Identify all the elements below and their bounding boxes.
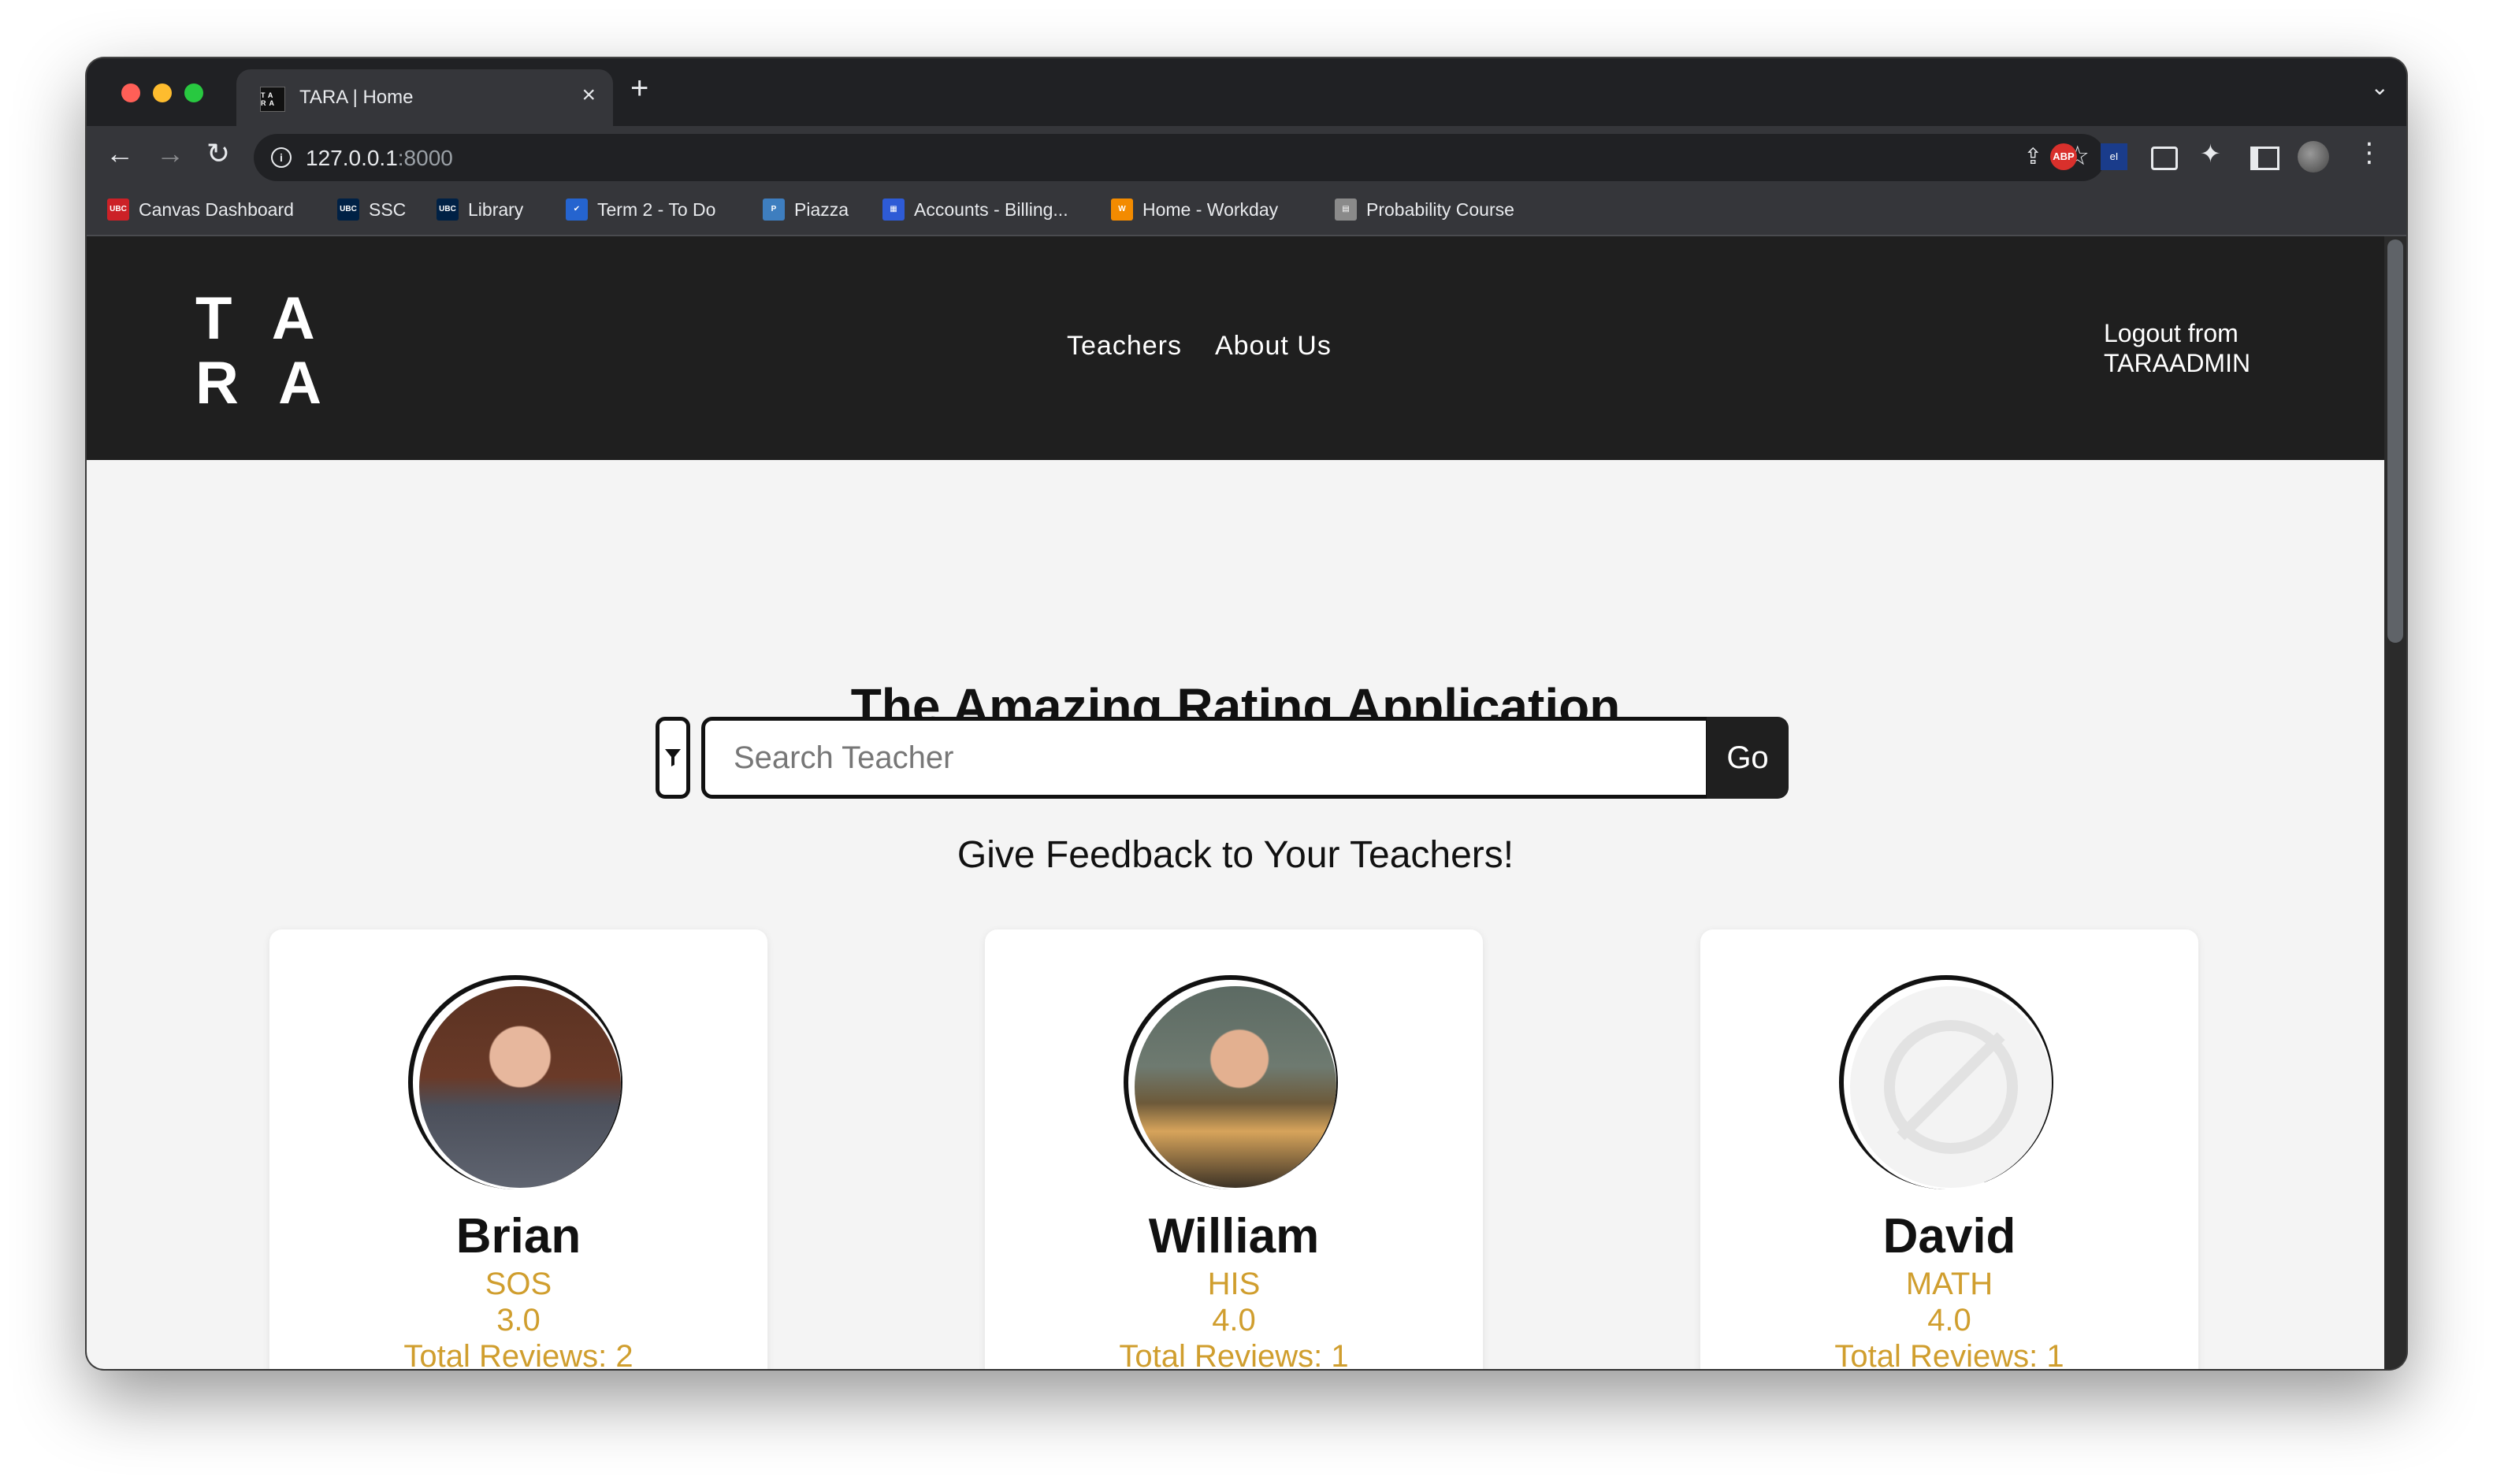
minimize-window-button[interactable] bbox=[153, 83, 172, 102]
extensions-puzzle-icon[interactable]: ✦ bbox=[2200, 139, 2227, 168]
teacher-card[interactable]: David MATH 4.0 Total Reviews: 1 bbox=[1700, 929, 2198, 1369]
bookmark-label: Canvas Dashboard bbox=[139, 198, 294, 220]
url-host: 127.0.0.1 bbox=[306, 146, 398, 170]
bookmark-library[interactable]: UBC Library bbox=[437, 198, 523, 221]
address-bar[interactable]: i 127.0.0.1:8000 ⇪ ☆ bbox=[254, 134, 2105, 181]
new-tab-icon[interactable]: + bbox=[630, 71, 648, 106]
ubc-logo-icon: UBC bbox=[337, 198, 359, 221]
logo-line-1: T A bbox=[195, 285, 328, 352]
forward-arrow-icon[interactable]: → bbox=[156, 137, 184, 170]
bookmark-home-workday[interactable]: W Home - Workday bbox=[1111, 198, 1278, 221]
teacher-subject: HIS bbox=[1207, 1267, 1261, 1301]
piazza-icon: P bbox=[763, 198, 785, 221]
teacher-photo bbox=[1135, 986, 1336, 1188]
teacher-name: William bbox=[1148, 1209, 1320, 1263]
url-port: :8000 bbox=[397, 146, 453, 170]
filter-button[interactable] bbox=[656, 717, 690, 799]
bookmark-label: Accounts - Billing... bbox=[914, 198, 1068, 220]
adblock-plus-extension-icon[interactable]: ABP bbox=[2050, 143, 2077, 170]
workday-icon: W bbox=[1111, 198, 1133, 221]
bookmark-probability-course[interactable]: ▤ Probability Course bbox=[1335, 198, 1514, 221]
bookmark-label: Piazza bbox=[794, 198, 849, 220]
profile-avatar[interactable] bbox=[2298, 141, 2329, 173]
ubc-canvas-icon: UBC bbox=[107, 198, 129, 221]
scrollbar-thumb[interactable] bbox=[2387, 239, 2403, 643]
bookmark-label: Probability Course bbox=[1366, 198, 1514, 220]
teacher-card[interactable]: William HIS 4.0 Total Reviews: 1 bbox=[985, 929, 1483, 1369]
tab-search-chevron-icon[interactable]: ⌄ bbox=[2371, 74, 2389, 100]
teacher-review-count: Total Reviews: 1 bbox=[1119, 1339, 1349, 1369]
tagline: Give Feedback to Your Teachers! bbox=[957, 834, 1514, 876]
picture-in-picture-extension-icon[interactable] bbox=[2151, 147, 2178, 170]
maximize-window-button[interactable] bbox=[184, 83, 203, 102]
side-panel-icon[interactable] bbox=[2250, 147, 2279, 170]
teacher-review-count: Total Reviews: 2 bbox=[403, 1339, 633, 1369]
bookmark-label: Term 2 - To Do bbox=[597, 198, 716, 220]
bookmarks-bar: UBC Canvas Dashboard UBC SSC UBC Library… bbox=[87, 187, 2406, 236]
teacher-rating: 3.0 bbox=[496, 1303, 541, 1337]
bookmark-label: SSC bbox=[369, 198, 407, 220]
teacher-name: David bbox=[1882, 1209, 2016, 1263]
bookmark-accounts-billing[interactable]: ▦ Accounts - Billing... bbox=[882, 198, 1068, 221]
document-icon: ▤ bbox=[1335, 198, 1357, 221]
tab-title: TARA | Home bbox=[299, 87, 414, 108]
tara-favicon-icon: TA RA bbox=[260, 87, 285, 112]
go-button[interactable]: Go bbox=[1707, 717, 1789, 799]
tab-close-icon[interactable]: × bbox=[581, 82, 596, 109]
bookmark-term-2-to-do[interactable]: ✔ Term 2 - To Do bbox=[566, 198, 715, 221]
teacher-review-count: Total Reviews: 1 bbox=[1834, 1339, 2064, 1369]
reload-icon[interactable]: ↻ bbox=[206, 137, 230, 170]
teacher-card[interactable]: Brian SOS 3.0 Total Reviews: 2 bbox=[269, 929, 767, 1369]
logout-label: Logout from bbox=[2104, 319, 2238, 347]
grid-icon: ▦ bbox=[882, 198, 905, 221]
bookmark-label: Home - Workday bbox=[1142, 198, 1279, 220]
close-window-button[interactable] bbox=[121, 83, 140, 102]
share-icon[interactable]: ⇪ bbox=[2024, 143, 2042, 169]
filter-funnel-icon bbox=[665, 749, 681, 766]
no-camera-icon bbox=[1884, 1020, 2018, 1154]
teacher-photo-frame bbox=[1839, 975, 2053, 1189]
bookmark-label: Library bbox=[468, 198, 524, 220]
tab-strip: TA RA TARA | Home × + ⌄ bbox=[87, 58, 2406, 126]
ei-extension-icon[interactable]: eI bbox=[2101, 143, 2127, 170]
page-viewport: T A R A Teachers About Us Logout from TA… bbox=[87, 236, 2384, 1369]
ubc-logo-icon: UBC bbox=[437, 198, 459, 221]
url-text[interactable]: 127.0.0.1:8000 bbox=[306, 146, 453, 171]
browser-tab-active[interactable]: TA RA TARA | Home × bbox=[236, 69, 613, 126]
teacher-name: Brian bbox=[455, 1209, 581, 1263]
teacher-photo-frame bbox=[408, 975, 622, 1189]
teacher-subject: MATH bbox=[1905, 1267, 1993, 1301]
logo-line-2: R A bbox=[195, 350, 335, 417]
teacher-subject: SOS bbox=[485, 1267, 552, 1301]
teacher-photo-frame bbox=[1124, 975, 1338, 1189]
tara-logo[interactable]: T A R A bbox=[195, 287, 334, 416]
site-header: T A R A Teachers About Us Logout from TA… bbox=[87, 236, 2384, 460]
checkmark-icon: ✔ bbox=[566, 198, 588, 221]
browser-window: TA RA TARA | Home × + ⌄ ← → ↻ i 127.0.0.… bbox=[87, 58, 2406, 1369]
browser-menu-icon[interactable]: ⋮ bbox=[2356, 137, 2383, 169]
bookmark-canvas-dashboard[interactable]: UBC Canvas Dashboard bbox=[107, 198, 294, 221]
nav-teachers-link[interactable]: Teachers bbox=[1067, 331, 1182, 362]
back-arrow-icon[interactable]: ← bbox=[106, 137, 134, 170]
teacher-photo bbox=[419, 986, 621, 1188]
bookmark-piazza[interactable]: P Piazza bbox=[763, 198, 849, 221]
search-teacher-input[interactable] bbox=[701, 717, 1710, 799]
logout-username: TARAADMIN bbox=[2104, 349, 2251, 377]
browser-toolbar: ← → ↻ i 127.0.0.1:8000 ⇪ ☆ ABP eI ✦ ⋮ bbox=[87, 126, 2406, 187]
nav-about-us-link[interactable]: About Us bbox=[1215, 331, 1332, 362]
page-scrollbar[interactable] bbox=[2384, 236, 2406, 1369]
site-info-icon[interactable]: i bbox=[271, 147, 292, 168]
site-nav: Teachers About Us bbox=[1067, 331, 1332, 362]
no-photo-placeholder bbox=[1850, 986, 2052, 1188]
logout-link[interactable]: Logout from TARAADMIN bbox=[2104, 318, 2250, 378]
bookmark-ssc[interactable]: UBC SSC bbox=[337, 198, 406, 221]
teacher-rating: 4.0 bbox=[1212, 1303, 1256, 1337]
teacher-rating: 4.0 bbox=[1927, 1303, 1971, 1337]
